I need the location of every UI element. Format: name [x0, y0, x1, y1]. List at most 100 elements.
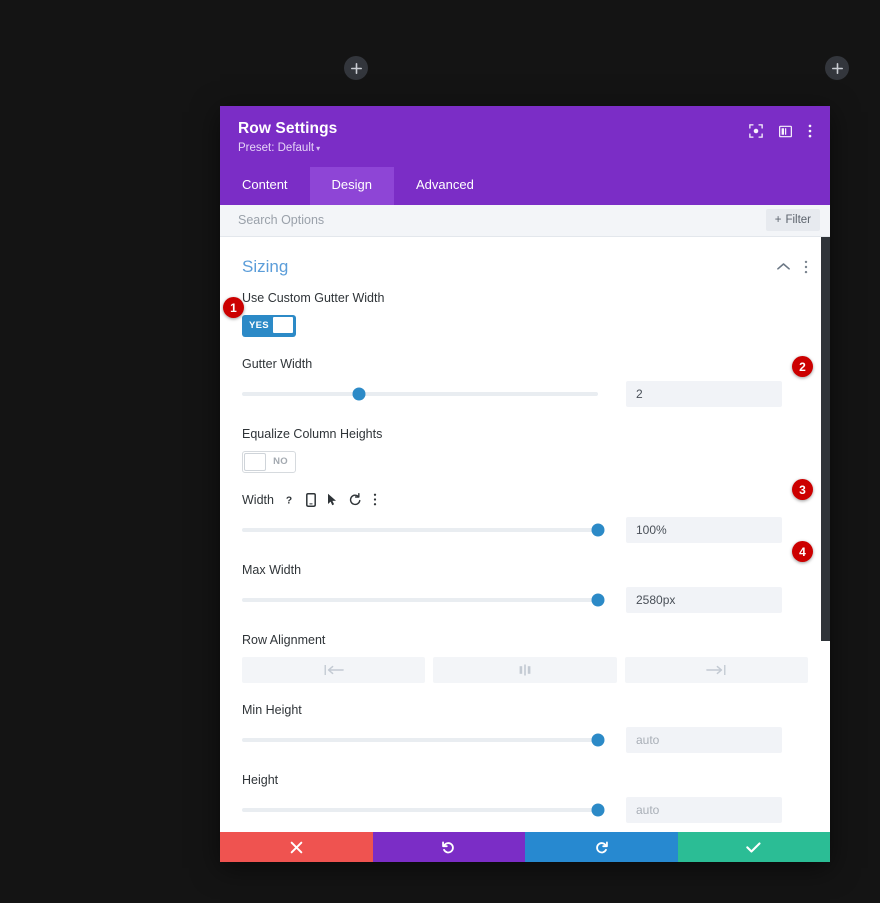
- cancel-button[interactable]: [220, 832, 373, 862]
- more-vertical-icon[interactable]: [808, 124, 812, 138]
- annotation-badge-4: 4: [792, 541, 813, 562]
- max-width-slider[interactable]: [242, 590, 605, 610]
- page-title: Row Settings: [238, 120, 338, 137]
- tab-design[interactable]: Design: [309, 167, 395, 205]
- field-row-alignment: Row Alignment: [242, 633, 808, 683]
- max-width-control: [242, 586, 808, 613]
- add-section-left-button[interactable]: [344, 56, 368, 80]
- preset-label: Preset: Default: [238, 141, 315, 154]
- slider-knob[interactable]: [591, 593, 605, 607]
- search-bar: + Filter: [220, 204, 830, 237]
- row-alignment-label: Row Alignment: [242, 632, 326, 647]
- add-section-right-button[interactable]: [825, 56, 849, 80]
- annotation-badge-3: 3: [792, 479, 813, 500]
- field-equalize-column-heights: Equalize Column Heights NO: [242, 427, 808, 473]
- slider-track: [242, 737, 598, 742]
- check-icon: [746, 841, 761, 853]
- undo-icon: [442, 841, 455, 853]
- toggle-state-label: YES: [249, 320, 269, 332]
- width-slider[interactable]: [242, 520, 605, 540]
- slider-track: [242, 527, 598, 532]
- redo-icon: [595, 841, 608, 853]
- search-input[interactable]: [238, 213, 618, 228]
- undo-button[interactable]: [372, 832, 525, 862]
- focus-target-icon[interactable]: [749, 124, 763, 138]
- slider-knob[interactable]: [591, 803, 605, 817]
- settings-list: Sizing Use Custom Gutter Width YES Gutte…: [220, 237, 830, 832]
- preset-selector[interactable]: Preset: Default ▾: [238, 142, 337, 156]
- plus-icon: +: [774, 214, 782, 227]
- align-center-icon: [519, 664, 531, 676]
- filter-button[interactable]: + Filter: [765, 209, 820, 232]
- height-control: [242, 796, 808, 823]
- reset-icon[interactable]: [349, 493, 362, 506]
- modal-body: Sizing Use Custom Gutter Width YES Gutte…: [220, 236, 830, 832]
- slider-knob[interactable]: [591, 733, 605, 747]
- annotation-badge-2: 2: [792, 356, 813, 377]
- modal-header-titles: Row Settings Preset: Default ▾: [238, 120, 337, 155]
- slider-track: [242, 597, 598, 602]
- equalize-column-heights-toggle[interactable]: NO: [242, 450, 296, 473]
- use-custom-gutter-width-label: Use Custom Gutter Width: [242, 290, 385, 305]
- hover-cursor-icon[interactable]: [327, 493, 338, 506]
- section-title: Sizing: [242, 256, 289, 276]
- tab-advanced[interactable]: Advanced: [394, 167, 496, 204]
- responsive-icon[interactable]: [306, 492, 316, 507]
- min-height-control: [242, 726, 808, 753]
- width-value[interactable]: [626, 516, 782, 543]
- editor-canvas: Row Settings Preset: Default ▾ Content D…: [0, 0, 880, 903]
- tab-content[interactable]: Content: [220, 167, 310, 204]
- slider-knob[interactable]: [591, 523, 605, 537]
- row-settings-modal: Row Settings Preset: Default ▾ Content D…: [220, 106, 830, 862]
- align-right-button[interactable]: [624, 656, 808, 683]
- field-gutter-width: Gutter Width: [242, 357, 808, 407]
- chevron-down-icon: ▾: [316, 143, 321, 153]
- filter-button-label: Filter: [785, 214, 811, 227]
- toggle-knob: [244, 452, 266, 471]
- height-value[interactable]: [626, 796, 782, 823]
- min-height-value[interactable]: [626, 726, 782, 753]
- toggle-state-label: NO: [273, 456, 288, 468]
- plus-icon: [350, 62, 362, 74]
- sizing-section-header: Sizing: [242, 253, 808, 291]
- height-label: Height: [242, 772, 279, 787]
- save-button[interactable]: [677, 832, 830, 862]
- field-max-width: Max Width: [242, 563, 808, 613]
- align-left-button[interactable]: [242, 656, 426, 683]
- width-option-icons: ?: [283, 492, 377, 507]
- row-alignment-buttons: [242, 656, 808, 683]
- max-width-value[interactable]: [626, 586, 782, 613]
- min-height-slider[interactable]: [242, 730, 605, 750]
- modal-footer: [220, 832, 830, 862]
- field-width: Width ?: [242, 493, 808, 543]
- vertical-scrollbar[interactable]: [821, 236, 830, 641]
- width-control: [242, 516, 808, 543]
- modal-header: Row Settings Preset: Default ▾: [220, 106, 830, 168]
- more-vertical-icon[interactable]: [804, 260, 808, 274]
- plus-icon: [831, 62, 843, 74]
- gutter-width-label: Gutter Width: [242, 356, 313, 371]
- slider-knob[interactable]: [352, 387, 366, 401]
- chevron-up-icon[interactable]: [777, 262, 790, 271]
- align-right-icon: [706, 664, 726, 675]
- field-min-height: Min Height: [242, 703, 808, 753]
- align-center-button[interactable]: [433, 656, 617, 683]
- width-label-row: Width ?: [242, 493, 808, 507]
- toggle-knob: [272, 315, 294, 334]
- section-tools: [777, 260, 808, 274]
- gutter-width-slider[interactable]: [242, 384, 598, 404]
- max-width-label: Max Width: [242, 562, 302, 577]
- field-use-custom-gutter-width: Use Custom Gutter Width YES: [242, 291, 808, 337]
- svg-text:?: ?: [286, 495, 292, 506]
- use-custom-gutter-width-toggle[interactable]: YES: [242, 314, 296, 337]
- close-icon: [290, 841, 303, 853]
- layout-columns-icon[interactable]: [779, 125, 792, 138]
- gutter-width-value[interactable]: [626, 380, 782, 407]
- slider-track: [242, 807, 598, 812]
- slider-track: [242, 391, 598, 396]
- redo-button[interactable]: [525, 832, 678, 862]
- height-slider[interactable]: [242, 800, 605, 820]
- more-vertical-icon[interactable]: [373, 493, 377, 506]
- help-icon[interactable]: ?: [283, 494, 295, 506]
- modal-tabs: Content Design Advanced: [220, 167, 830, 205]
